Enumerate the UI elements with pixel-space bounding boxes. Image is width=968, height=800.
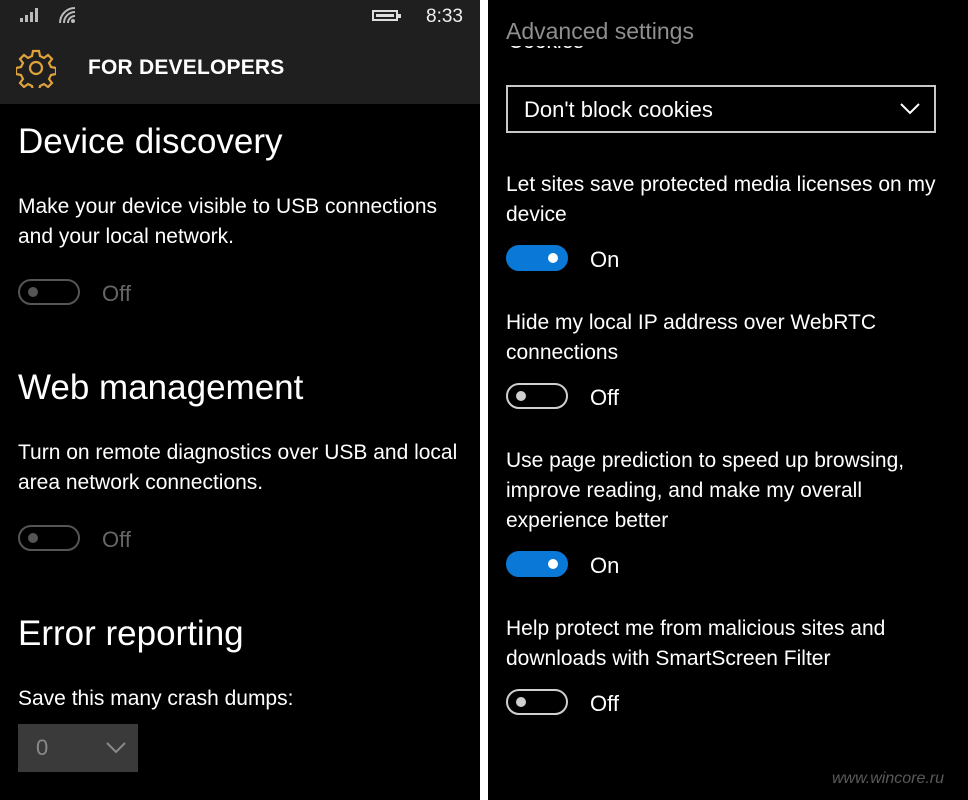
web-management-toggle-label: Off (102, 527, 131, 552)
media-licenses-toggle-label: On (590, 247, 620, 272)
toggle-knob (516, 391, 526, 401)
crash-dumps-label: Save this many crash dumps: (18, 687, 294, 710)
signal-strength-icon (20, 8, 38, 22)
device-discovery-heading: Device discovery (18, 122, 283, 161)
page-title: FOR DEVELOPERS (88, 56, 285, 79)
gear-icon (16, 49, 56, 88)
page-header: FOR DEVELOPERS (0, 34, 480, 104)
chevron-down-icon (900, 103, 920, 115)
device-discovery-description: Make your device visible to USB connecti… (18, 195, 438, 248)
developers-settings-panel: 8:33 FOR DEVELOPERS Device discovery Mak… (0, 0, 480, 800)
advanced-settings-title: Advanced settings (506, 18, 694, 44)
smartscreen-label: Help protect me from malicious sites and… (506, 617, 886, 670)
advanced-settings-panel: Advanced settings Cookies Don't block co… (488, 0, 968, 800)
status-time: 8:33 (426, 6, 463, 27)
web-management-heading: Web management (18, 368, 304, 407)
cookies-dropdown-value: Don't block cookies (524, 97, 713, 122)
device-discovery-toggle-label: Off (102, 281, 131, 306)
panel-divider (480, 0, 488, 800)
error-reporting-heading: Error reporting (18, 614, 244, 653)
cookies-dropdown[interactable]: Don't block cookies (506, 85, 936, 133)
toggle-knob (28, 533, 38, 543)
cookies-label: Cookies (508, 46, 584, 54)
crash-dumps-select[interactable]: 0 (18, 724, 138, 772)
watermark: www.wincore.ru (832, 770, 945, 787)
device-discovery-toggle[interactable] (18, 279, 80, 305)
cookies-label-clipped: Cookies (508, 46, 584, 68)
hide-ip-toggle-label: Off (590, 385, 619, 410)
battery-icon (372, 10, 401, 21)
toggle-knob (548, 253, 558, 263)
crash-dumps-value: 0 (36, 735, 49, 760)
hide-ip-label: Hide my local IP address over WebRTC con… (506, 311, 876, 364)
page-prediction-label: Use page prediction to speed up browsing… (506, 449, 905, 532)
smartscreen-toggle-label: Off (590, 691, 619, 716)
web-management-toggle[interactable] (18, 525, 80, 551)
page-prediction-toggle[interactable] (506, 551, 568, 577)
toggle-knob (28, 287, 38, 297)
page-prediction-toggle-label: On (590, 553, 620, 578)
toggle-knob (548, 559, 558, 569)
chevron-down-icon (106, 742, 126, 754)
toggle-knob (516, 697, 526, 707)
media-licenses-toggle[interactable] (506, 245, 568, 271)
status-bar: 8:33 (0, 0, 480, 34)
web-management-description: Turn on remote diagnostics over USB and … (18, 441, 458, 494)
hide-ip-toggle[interactable] (506, 383, 568, 409)
wifi-icon (59, 7, 76, 24)
smartscreen-toggle[interactable] (506, 689, 568, 715)
media-licenses-label: Let sites save protected media licenses … (506, 173, 936, 226)
